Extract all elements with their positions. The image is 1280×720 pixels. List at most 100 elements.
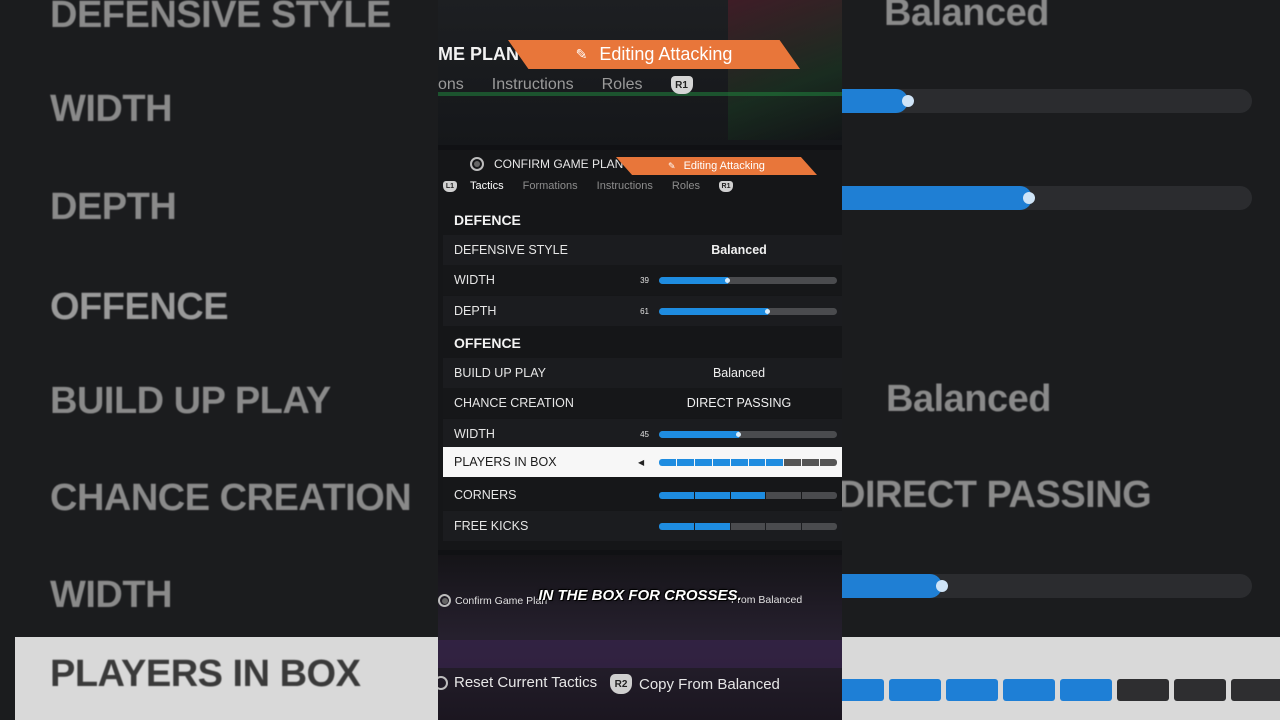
- corners-segments[interactable]: [659, 491, 837, 499]
- segment: [730, 458, 748, 466]
- row-corners[interactable]: CORNERS: [443, 480, 842, 510]
- circle-button-icon: [438, 675, 448, 690]
- bg-players-in-box-segments: [842, 679, 1280, 701]
- badge-label: Editing Attacking: [683, 160, 765, 172]
- row-build-up-play[interactable]: BUILD UP PLAY Balanced: [443, 358, 842, 388]
- zoomed-tab: ons: [438, 76, 464, 93]
- row-value: Balanced: [712, 366, 766, 380]
- row-offence-width[interactable]: WIDTH 45: [443, 419, 842, 449]
- row-free-kicks[interactable]: FREE KICKS: [443, 511, 842, 541]
- tab-instructions[interactable]: Instructions: [597, 180, 653, 192]
- circle-button-icon: [470, 157, 484, 171]
- row-label: DEPTH: [454, 304, 497, 318]
- bg-label: DEPTH: [50, 186, 177, 228]
- confirm-game-plan-button[interactable]: CONFIRM GAME PLAN: [470, 157, 623, 171]
- width-slider[interactable]: [659, 276, 837, 284]
- copy-from-balanced-button[interactable]: R2 Copy From Balanced: [610, 674, 780, 694]
- segment: [820, 458, 838, 466]
- slider-value: 45: [640, 429, 649, 439]
- segment: [784, 458, 802, 466]
- bg-value: Balanced: [886, 378, 1051, 420]
- segment: [802, 491, 837, 499]
- bg-label: PLAYERS IN BOX: [50, 653, 361, 695]
- center-panel: ME PLAN ✎ Editing Attacking ons Instruct…: [438, 0, 842, 720]
- segment: [659, 522, 694, 530]
- r1-button-icon: R1: [670, 76, 693, 94]
- pencil-icon: ✎: [575, 46, 588, 62]
- segment: [766, 491, 802, 499]
- background-right-zoom: Balanced Balanced DIRECT PASSING: [842, 0, 1280, 720]
- bg-offence-width-bar: [842, 574, 1252, 598]
- segment: [694, 458, 712, 466]
- segment: [694, 522, 730, 530]
- row-defensive-style[interactable]: DEFENSIVE STYLE Balanced: [443, 235, 842, 265]
- video-frame: DEFENSIVE STYLE WIDTH DEPTH OFFENCE BUIL…: [0, 0, 1280, 720]
- subtitle-caption: IN THE BOX FOR CROSSES.: [538, 587, 742, 604]
- segment: [766, 522, 802, 530]
- segment: [676, 458, 694, 466]
- slider-value: 39: [640, 275, 649, 285]
- r2-button-icon: R2: [610, 674, 632, 694]
- row-value: DIRECT PASSING: [686, 396, 792, 410]
- segment: [694, 491, 730, 499]
- tab-formations[interactable]: Formations: [523, 180, 578, 192]
- purple-band: [438, 640, 842, 668]
- action-label: Reset Current Tactics: [454, 674, 598, 691]
- row-value: Balanced: [711, 243, 767, 257]
- row-label: DEFENSIVE STYLE: [454, 243, 568, 257]
- bg-selected-row: PLAYERS IN BOX: [15, 637, 438, 720]
- players-in-box-segments[interactable]: [659, 458, 838, 466]
- row-label: PLAYERS IN BOX: [454, 455, 557, 469]
- zoomed-tabs: ons Instructions Roles R1: [438, 76, 721, 94]
- row-players-in-box[interactable]: PLAYERS IN BOX ◀: [443, 447, 842, 477]
- bg-value: DIRECT PASSING: [842, 474, 1152, 516]
- l1-button-icon: L1: [443, 180, 457, 192]
- segment: [748, 458, 766, 466]
- tab-roles[interactable]: Roles: [672, 180, 700, 192]
- segment: [659, 458, 676, 466]
- action-label: Copy From Balanced: [639, 675, 780, 693]
- row-label: FREE KICKS: [454, 519, 529, 533]
- confirm-label: CONFIRM GAME PLAN: [494, 157, 624, 171]
- zoomed-header: ME PLAN ✎ Editing Attacking ons Instruct…: [438, 0, 842, 145]
- bg-value: Balanced: [884, 0, 1049, 34]
- row-label: CHANCE CREATION: [454, 396, 574, 410]
- zoomed-badge-label: Editing Attacking: [599, 44, 733, 64]
- reset-current-tactics-button[interactable]: Reset Current Tactics: [438, 674, 597, 691]
- row-label: WIDTH: [454, 427, 495, 441]
- editing-attacking-badge: ✎ Editing Attacking: [616, 157, 817, 175]
- row-label: WIDTH: [454, 273, 495, 287]
- zoomed-tab: Instructions: [491, 76, 574, 93]
- row-label: BUILD UP PLAY: [454, 366, 546, 380]
- tab-tactics[interactable]: Tactics: [470, 180, 504, 192]
- bg-label: WIDTH: [50, 574, 173, 616]
- background-left-zoom: DEFENSIVE STYLE WIDTH DEPTH OFFENCE BUIL…: [0, 0, 438, 720]
- r1-button-icon: R1: [719, 180, 734, 192]
- zoomed-title: ME PLAN: [438, 44, 519, 64]
- bg-label: DEFENSIVE STYLE: [50, 0, 391, 36]
- bg-depth-bar: [842, 186, 1252, 210]
- pencil-icon: ✎: [668, 160, 676, 171]
- bg-width-bar: [842, 89, 1252, 113]
- segment: [730, 491, 766, 499]
- bg-label: OFFENCE: [50, 286, 229, 328]
- bg-label: CHANCE CREATION: [50, 477, 412, 519]
- bg-label: BUILD UP PLAY: [50, 380, 331, 422]
- offence-width-slider[interactable]: [659, 430, 837, 438]
- free-kicks-segments[interactable]: [659, 522, 837, 530]
- tab-bar: L1 Tactics Formations Instructions Roles…: [443, 180, 746, 192]
- row-chance-creation[interactable]: CHANCE CREATION DIRECT PASSING: [443, 388, 842, 418]
- tactics-panel: CONFIRM GAME PLAN ✎ Editing Attacking L1…: [438, 150, 842, 550]
- left-arrow-icon[interactable]: ◀: [638, 458, 644, 467]
- bg-label: WIDTH: [50, 88, 173, 130]
- segment: [802, 522, 837, 530]
- row-depth[interactable]: DEPTH 61: [443, 296, 842, 326]
- video-bottom: [438, 555, 842, 720]
- segment: [659, 491, 694, 499]
- zoomed-tab: Roles: [601, 76, 643, 93]
- row-defence-width[interactable]: WIDTH 39: [443, 265, 842, 295]
- segment: [712, 458, 730, 466]
- slider-value: 61: [640, 306, 649, 316]
- row-label: CORNERS: [454, 488, 517, 502]
- depth-slider[interactable]: [659, 307, 837, 315]
